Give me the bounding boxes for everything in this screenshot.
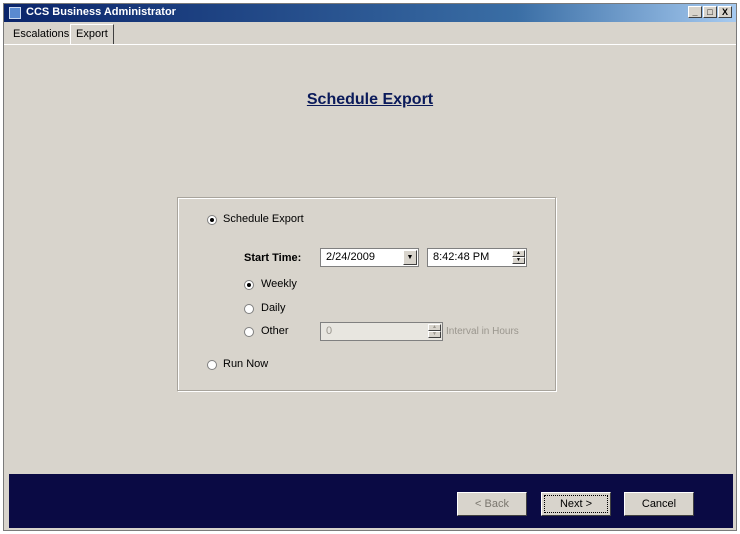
spin-down-icon[interactable]: ▼ [428,331,441,338]
cancel-button[interactable]: Cancel [624,492,694,516]
page-title: Schedule Export [306,91,434,108]
title-bar[interactable]: CCS Business Administrator _ □ X [4,4,736,22]
app-window: CCS Business Administrator _ □ X Escalat… [3,3,737,531]
export-panel: Schedule Export Schedule Export Start Ti… [4,45,736,469]
maximize-icon[interactable]: □ [703,6,717,18]
interval-hours-input[interactable]: 0 ▲ ▼ [320,322,443,341]
tab-escalations[interactable]: Escalations [8,26,74,44]
start-time-value: 8:42:48 PM [433,251,490,263]
schedule-export-label: Schedule Export [223,213,304,225]
schedule-export-radio[interactable] [207,215,217,225]
app-icon [9,7,21,19]
daily-radio[interactable] [244,304,254,314]
start-date-value: 2/24/2009 [326,251,375,263]
next-button[interactable]: Next > [541,492,611,516]
tab-strip: Escalations Export [4,23,736,45]
schedule-options-group: Schedule Export Start Time: 2/24/2009 ▼ … [177,197,556,391]
other-label: Other [261,325,289,337]
interval-hours-value: 0 [326,325,333,337]
run-now-label: Run Now [223,358,269,370]
start-time-picker[interactable]: 8:42:48 PM ▲ ▼ [427,248,527,267]
back-button[interactable]: < Back [457,492,527,516]
daily-label: Daily [261,302,286,314]
chevron-down-icon[interactable]: ▼ [403,250,417,265]
time-spinner[interactable]: ▲ ▼ [512,250,525,265]
weekly-radio[interactable] [244,280,254,290]
run-now-radio[interactable] [207,360,217,370]
minimize-icon[interactable]: _ [688,6,702,18]
start-date-picker[interactable]: 2/24/2009 ▼ [320,248,419,267]
close-icon[interactable]: X [718,6,732,18]
weekly-label: Weekly [261,278,297,290]
tab-export[interactable]: Export [70,24,114,44]
spin-up-icon[interactable]: ▲ [428,324,441,331]
wizard-footer: < Back Next > Cancel [9,474,733,528]
window-title: CCS Business Administrator [26,6,176,18]
spin-down-icon[interactable]: ▼ [512,257,525,264]
window-controls: _ □ X [688,6,732,18]
interval-spinner[interactable]: ▲ ▼ [428,324,441,339]
start-time-label: Start Time: [244,252,302,264]
interval-hours-label: Interval in Hours [446,326,519,337]
other-radio[interactable] [244,327,254,337]
spin-up-icon[interactable]: ▲ [512,250,525,257]
